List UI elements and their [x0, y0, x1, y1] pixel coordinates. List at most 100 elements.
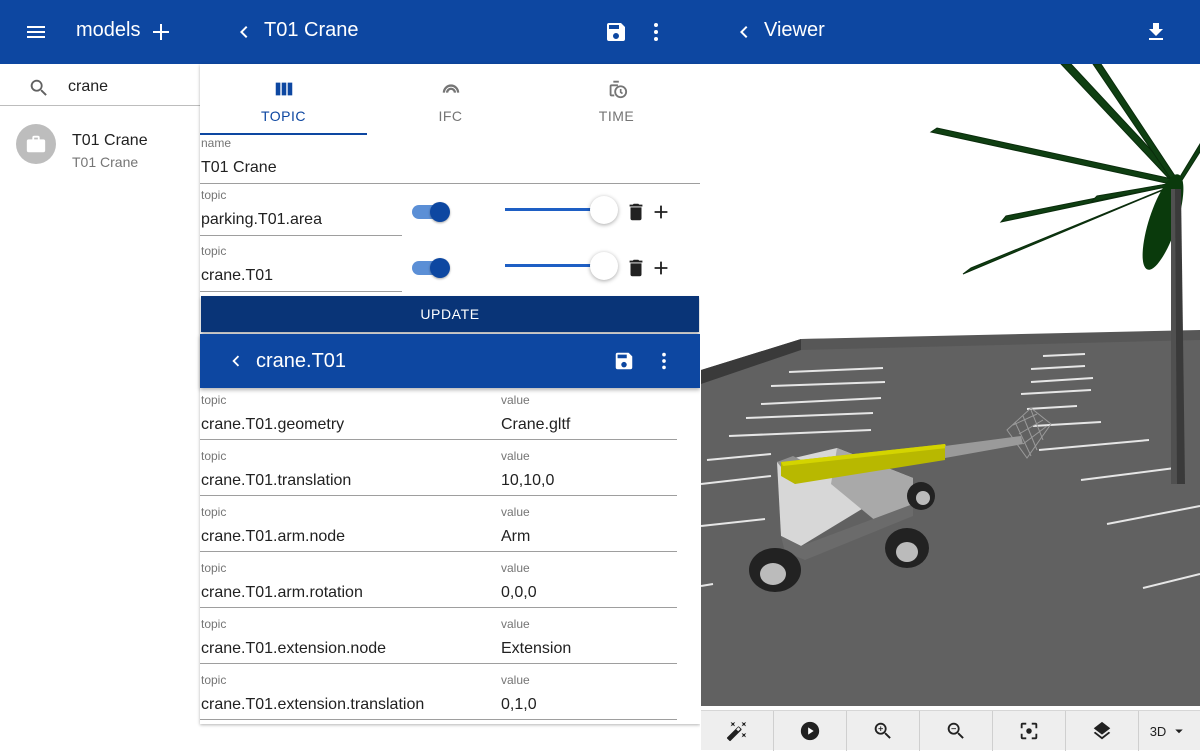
- topic-key-field[interactable]: crane.T01.arm.node: [201, 528, 345, 546]
- save-button[interactable]: [604, 341, 644, 381]
- add-model-button[interactable]: [141, 12, 181, 52]
- topic-label: topic: [201, 673, 227, 687]
- models-appbar: models: [0, 0, 200, 64]
- back-button[interactable]: [224, 12, 264, 52]
- topic-value-field[interactable]: 10,10,0: [501, 472, 554, 490]
- ifc-icon: [440, 78, 462, 100]
- topic-editor-panel: T01 Crane TOPIC IFC TIME name T01 Crane …: [200, 0, 700, 750]
- download-button[interactable]: [1136, 12, 1176, 52]
- row-underline: [200, 439, 677, 440]
- auto-fix-button[interactable]: [701, 711, 774, 751]
- view-mode-value: 3D: [1149, 723, 1167, 739]
- delete-topic-button[interactable]: [625, 201, 647, 223]
- name-field[interactable]: T01 Crane: [201, 159, 277, 177]
- topic-value-field[interactable]: Arm: [501, 528, 530, 546]
- slider-thumb[interactable]: [590, 196, 618, 224]
- add-topic-button[interactable]: [650, 257, 672, 279]
- topic-field[interactable]: parking.T01.area: [201, 211, 322, 229]
- models-panel: models T01 Crane T01 Crane: [0, 0, 200, 750]
- editor-appbar: T01 Crane: [200, 0, 700, 64]
- topic-key-field[interactable]: crane.T01.geometry: [201, 416, 344, 434]
- tab-time-label: TIME: [598, 108, 635, 124]
- delete-topic-button[interactable]: [625, 257, 647, 279]
- model-name: T01 Crane: [72, 132, 148, 149]
- topic-label: topic: [201, 449, 227, 463]
- menu-button[interactable]: [16, 12, 56, 52]
- chevron-left-icon: [740, 26, 748, 38]
- back-button[interactable]: [724, 12, 764, 52]
- switch-thumb: [430, 258, 450, 278]
- view-mode-select[interactable]: 3D: [1138, 711, 1200, 751]
- zoom-in-button[interactable]: [847, 711, 920, 751]
- tab-indicator: [200, 133, 367, 135]
- plus-icon: [153, 24, 169, 40]
- topic-value-field[interactable]: 0,0,0: [501, 584, 537, 602]
- value-label: value: [501, 561, 530, 575]
- model-list-item[interactable]: T01 Crane T01 Crane: [0, 116, 200, 172]
- row-underline: [200, 663, 677, 664]
- tab-ifc[interactable]: IFC: [367, 64, 534, 136]
- row-underline: [200, 719, 677, 720]
- chevron-left-icon: [232, 355, 240, 367]
- view-column-icon: [273, 78, 295, 100]
- tab-topic-label: TOPIC: [260, 108, 307, 124]
- topic-field[interactable]: crane.T01: [201, 267, 273, 285]
- viewer-appbar: Viewer: [700, 0, 1200, 64]
- topic-key-field[interactable]: crane.T01.translation: [201, 472, 351, 490]
- tab-time[interactable]: TIME: [533, 64, 700, 136]
- back-button[interactable]: [216, 341, 256, 381]
- update-button[interactable]: UPDATE: [201, 296, 699, 332]
- save-icon: [607, 23, 625, 41]
- zoom-out-button[interactable]: [920, 711, 993, 751]
- topic-field-underline: [200, 235, 402, 236]
- play-button[interactable]: [774, 711, 847, 751]
- save-button[interactable]: [596, 12, 636, 52]
- value-label: value: [501, 673, 530, 687]
- switch-thumb: [430, 202, 450, 222]
- viewer-title: Viewer: [764, 19, 825, 41]
- magic-wand-icon: [726, 721, 747, 742]
- center-focus-icon: [1020, 722, 1038, 740]
- models-title: models: [76, 19, 141, 41]
- topic-enabled-switch[interactable]: [412, 258, 452, 278]
- slider-thumb[interactable]: [590, 252, 618, 280]
- slider-track: [505, 208, 603, 211]
- topic-value-field[interactable]: 0,1,0: [501, 696, 537, 714]
- row-underline: [200, 607, 677, 608]
- editor-body: TOPIC IFC TIME name T01 Crane topic park…: [200, 64, 700, 724]
- topic-label: topic: [201, 617, 227, 631]
- center-focus-button[interactable]: [993, 711, 1066, 751]
- value-label: value: [501, 393, 530, 407]
- more-options-button[interactable]: [644, 341, 684, 381]
- topic-key-field[interactable]: crane.T01.extension.translation: [201, 696, 424, 714]
- menu-icon: [27, 26, 45, 38]
- topic-enabled-switch[interactable]: [412, 202, 452, 222]
- add-topic-button[interactable]: [650, 201, 672, 223]
- 3d-viewport[interactable]: [701, 64, 1200, 706]
- zoom-in-icon: [874, 722, 891, 739]
- name-field-label: name: [201, 136, 232, 150]
- more-options-button[interactable]: [636, 12, 676, 52]
- trash-icon: [629, 259, 643, 277]
- topic-field-label: topic: [201, 244, 227, 258]
- topic-opacity-slider[interactable]: [504, 196, 619, 228]
- topic-opacity-slider[interactable]: [504, 252, 619, 284]
- search-input[interactable]: [68, 78, 188, 96]
- topic-detail-title: crane.T01: [256, 350, 347, 372]
- topic-value-field[interactable]: Extension: [501, 640, 571, 658]
- layers-button[interactable]: [1066, 711, 1139, 751]
- topic-key-field[interactable]: crane.T01.extension.node: [201, 640, 386, 658]
- play-icon: [800, 721, 820, 741]
- tab-topic[interactable]: TOPIC: [200, 64, 367, 136]
- viewer-panel: Viewer 3D: [700, 0, 1200, 751]
- zoom-out-icon: [947, 722, 964, 739]
- scene-render: [701, 64, 1200, 706]
- chevron-left-icon: [240, 26, 248, 38]
- topic-value-field[interactable]: Crane.gltf: [501, 416, 570, 434]
- plus-icon: [654, 261, 668, 275]
- trash-icon: [629, 203, 643, 221]
- topic-key-field[interactable]: crane.T01.arm.rotation: [201, 584, 363, 602]
- model-description: T01 Crane: [72, 154, 139, 170]
- topic-label: topic: [201, 561, 227, 575]
- topic-field-underline: [200, 291, 402, 292]
